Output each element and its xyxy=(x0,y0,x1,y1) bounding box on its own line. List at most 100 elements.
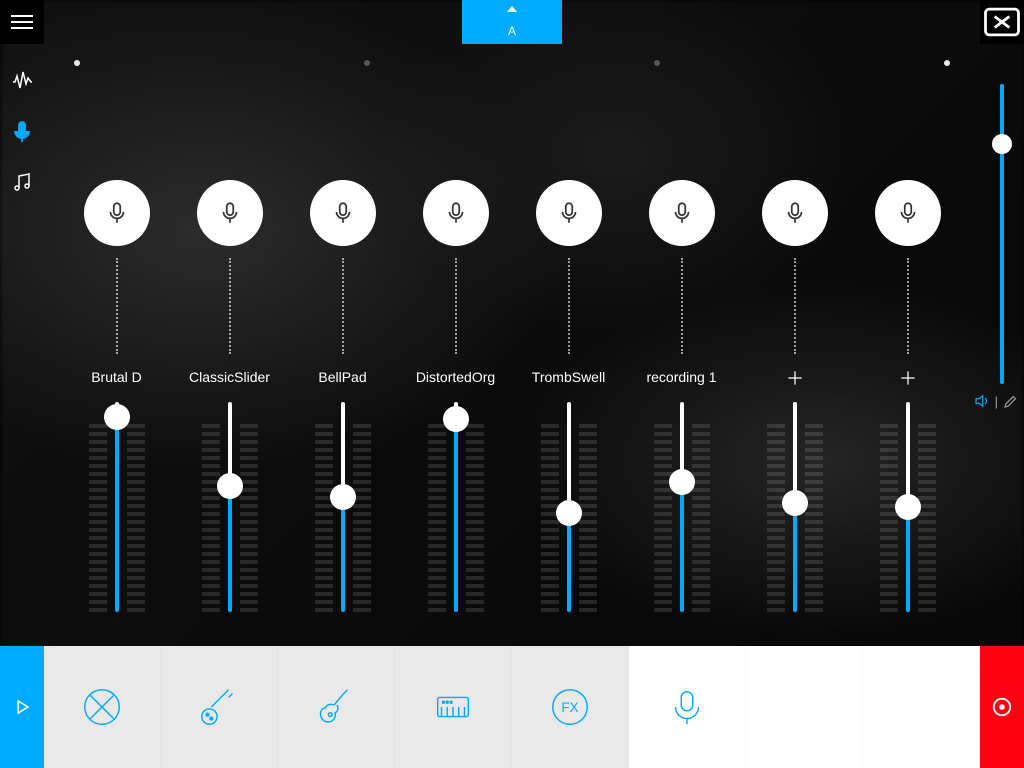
meter-right xyxy=(353,402,371,612)
instrument-slots: FX xyxy=(44,646,980,768)
sidebar-mic[interactable] xyxy=(10,120,34,144)
meter-right xyxy=(579,402,597,612)
fader-slit xyxy=(454,402,458,612)
track-source-button[interactable] xyxy=(84,180,150,246)
bottom-bar: FX xyxy=(0,646,1024,768)
section-tab-a[interactable]: A xyxy=(462,0,562,44)
waveform-icon xyxy=(10,70,34,94)
track-source-button[interactable] xyxy=(536,180,602,246)
keys-icon xyxy=(430,684,476,730)
track-source-button[interactable] xyxy=(649,180,715,246)
instrument-slot-drum[interactable] xyxy=(44,646,161,768)
mic-icon xyxy=(669,200,695,226)
drum-icon xyxy=(79,684,125,730)
track-fader[interactable] xyxy=(878,402,938,612)
track-dotted-line xyxy=(342,258,344,354)
page-dot[interactable] xyxy=(74,60,80,66)
master-volume-slider[interactable] xyxy=(994,84,1010,384)
fader-thumb[interactable] xyxy=(443,406,469,432)
fx-icon: FX xyxy=(547,684,593,730)
hamburger-icon xyxy=(11,15,33,29)
left-sidebar xyxy=(0,44,44,646)
track-fader[interactable] xyxy=(426,402,486,612)
track-column xyxy=(738,180,851,640)
track-dotted-line xyxy=(568,258,570,354)
track-label[interactable]: recording 1 xyxy=(625,368,738,386)
page-dot[interactable] xyxy=(364,60,370,66)
volume-indicator[interactable]: | xyxy=(973,392,1020,410)
notes-icon xyxy=(10,170,34,194)
fader-thumb[interactable] xyxy=(895,494,921,520)
menu-button[interactable] xyxy=(0,0,44,44)
master-slider-thumb[interactable] xyxy=(992,134,1012,154)
sidebar-waveform[interactable] xyxy=(10,70,34,94)
meter-right xyxy=(805,402,823,612)
instrument-slot-guitar[interactable] xyxy=(278,646,395,768)
track-source-button[interactable] xyxy=(875,180,941,246)
record-button[interactable] xyxy=(980,646,1024,768)
track-source-button[interactable] xyxy=(197,180,263,246)
meter-right xyxy=(692,402,710,612)
track-column: TrombSwell xyxy=(512,180,625,640)
pencil-icon xyxy=(1002,392,1020,410)
track-fader[interactable] xyxy=(539,402,599,612)
track-source-button[interactable] xyxy=(762,180,828,246)
fader-thumb[interactable] xyxy=(782,490,808,516)
track-label[interactable]: Brutal D xyxy=(60,368,173,386)
track-fader[interactable] xyxy=(652,402,712,612)
track-fader[interactable] xyxy=(200,402,260,612)
instrument-slot-voice[interactable] xyxy=(629,646,746,768)
fader-thumb[interactable] xyxy=(217,473,243,499)
add-track-button[interactable] xyxy=(851,368,964,386)
play-button[interactable] xyxy=(0,646,44,768)
track-column: DistortedOrg xyxy=(399,180,512,640)
shuffle-icon xyxy=(980,0,1024,44)
instrument-slot-fx[interactable]: FX xyxy=(512,646,629,768)
mic-icon xyxy=(895,200,921,226)
track-dotted-line xyxy=(907,258,909,354)
mic-icon xyxy=(217,200,243,226)
arrange-button[interactable] xyxy=(980,0,1024,44)
mic-icon xyxy=(104,200,130,226)
instrument-slot-keys[interactable] xyxy=(395,646,512,768)
fader-thumb[interactable] xyxy=(669,469,695,495)
mic-icon xyxy=(556,200,582,226)
instrument-slot-empty[interactable] xyxy=(863,646,980,768)
track-fader[interactable] xyxy=(313,402,373,612)
track-label[interactable]: ClassicSlider xyxy=(173,368,286,386)
bass-icon xyxy=(196,684,242,730)
fader-slit xyxy=(115,402,119,612)
mic-icon xyxy=(10,120,34,144)
meter-left xyxy=(202,402,220,612)
svg-text:FX: FX xyxy=(561,700,578,715)
fader-thumb[interactable] xyxy=(330,484,356,510)
instrument-slot-bass[interactable] xyxy=(161,646,278,768)
page-dot[interactable] xyxy=(944,60,950,66)
meter-left xyxy=(89,402,107,612)
meter-right xyxy=(127,402,145,612)
add-track-button[interactable] xyxy=(738,368,851,386)
page-dot[interactable] xyxy=(654,60,660,66)
track-label[interactable]: BellPad xyxy=(286,368,399,386)
sidebar-notes[interactable] xyxy=(10,170,34,194)
track-dotted-line xyxy=(681,258,683,354)
track-source-button[interactable] xyxy=(423,180,489,246)
track-fader[interactable] xyxy=(765,402,825,612)
track-label[interactable]: TrombSwell xyxy=(512,368,625,386)
track-source-button[interactable] xyxy=(310,180,376,246)
track-column: BellPad xyxy=(286,180,399,640)
fader-thumb[interactable] xyxy=(556,500,582,526)
track-column: ClassicSlider xyxy=(173,180,286,640)
meter-right xyxy=(240,402,258,612)
track-dotted-line xyxy=(116,258,118,354)
track-label[interactable]: DistortedOrg xyxy=(399,368,512,386)
plus-icon xyxy=(898,368,918,388)
instrument-slot-empty[interactable] xyxy=(746,646,863,768)
plus-icon xyxy=(785,368,805,388)
page-dots xyxy=(44,60,980,72)
mic-icon xyxy=(782,200,808,226)
meter-left xyxy=(428,402,446,612)
track-fader[interactable] xyxy=(87,402,147,612)
meter-right xyxy=(466,402,484,612)
fader-thumb[interactable] xyxy=(104,404,130,430)
